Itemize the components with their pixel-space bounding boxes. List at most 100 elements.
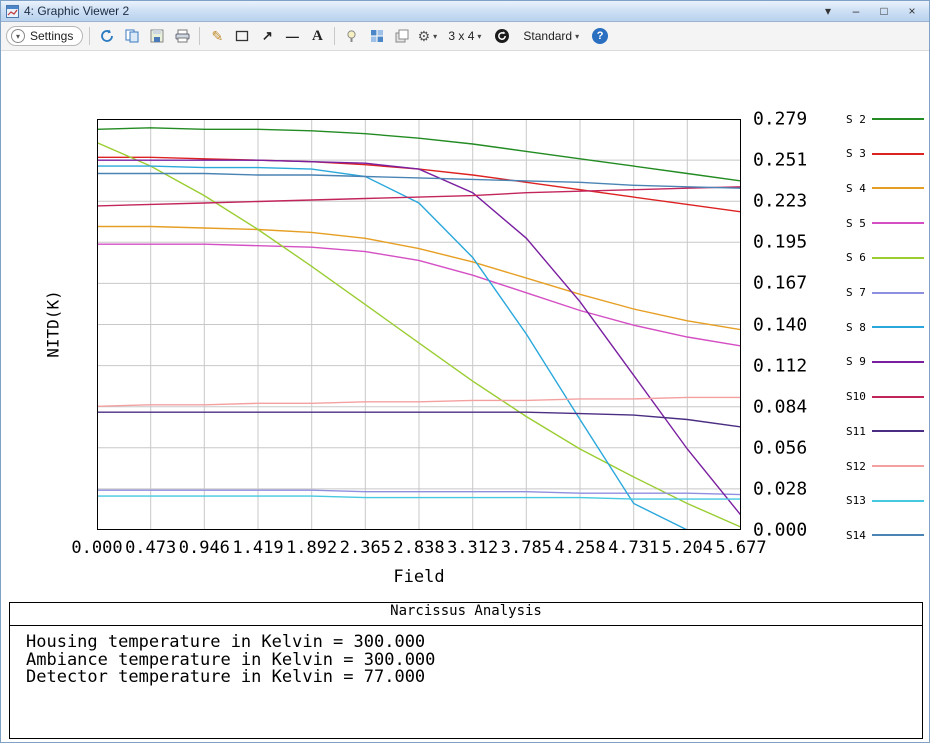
analysis-body: Housing temperature in Kelvin = 300.000A… xyxy=(10,626,922,687)
x-tick-label: 5.204 xyxy=(662,538,713,558)
style-dropdown[interactable]: Standard ▾ xyxy=(516,26,586,46)
y-tick-label: 0.223 xyxy=(753,191,807,212)
legend-label: S11 xyxy=(846,425,872,438)
analysis-line: Detector temperature in Kelvin = 77.000 xyxy=(26,669,906,687)
chevron-down-icon: ▾ xyxy=(477,32,481,41)
legend-line-swatch xyxy=(872,326,924,328)
maximize-button[interactable]: □ xyxy=(876,3,892,19)
y-tick-label: 0.000 xyxy=(753,520,807,541)
print-button[interactable] xyxy=(171,25,193,47)
legend-line-swatch xyxy=(872,500,924,502)
legend-label: S 5 xyxy=(846,217,872,230)
arrow-icon: ↗ xyxy=(262,28,273,44)
x-tick-label: 1.419 xyxy=(232,538,283,558)
arrow-tool-button[interactable]: ↗ xyxy=(256,25,278,47)
grid-size-label: 3 x 4 xyxy=(448,29,474,43)
x-tick-label: 4.258 xyxy=(554,538,605,558)
lamp-button[interactable] xyxy=(341,25,363,47)
settings-label: Settings xyxy=(30,29,73,43)
close-button[interactable]: × xyxy=(904,3,920,19)
legend-line-swatch xyxy=(872,396,924,398)
help-button[interactable]: ? xyxy=(589,25,611,47)
legend-item: S 9 xyxy=(846,355,929,369)
legend-line-swatch xyxy=(872,187,924,189)
layers-button[interactable] xyxy=(391,25,413,47)
legend-item: S10 xyxy=(846,390,929,404)
legend-label: S 4 xyxy=(846,182,872,195)
x-tick-label: 2.838 xyxy=(393,538,444,558)
pencil-icon: ✎ xyxy=(211,28,223,45)
legend-item: S 5 xyxy=(846,216,929,230)
legend-item: S 8 xyxy=(846,320,929,334)
legend-item: S14 xyxy=(846,528,929,542)
copy-icon xyxy=(125,29,139,43)
minimize-button[interactable]: – xyxy=(848,3,864,19)
chart-region: NITD(K) 0.0000.4730.9461.4191.8922.3652.… xyxy=(1,51,929,599)
pencil-tool-button[interactable]: ✎ xyxy=(206,25,228,47)
legend-line-swatch xyxy=(872,430,924,432)
x-tick-label: 0.000 xyxy=(71,538,122,558)
legend-item: S12 xyxy=(846,459,929,473)
plot-settings-button[interactable]: ⚙ ▾ xyxy=(416,25,438,47)
window-menu-caret[interactable]: ▾ xyxy=(820,3,836,19)
refresh-button[interactable] xyxy=(96,25,118,47)
toolbar-separator xyxy=(334,27,335,45)
save-button[interactable] xyxy=(146,25,168,47)
legend-label: S10 xyxy=(846,390,872,403)
legend-item: S13 xyxy=(846,494,929,508)
legend-line-swatch xyxy=(872,118,924,120)
legend-item: S 3 xyxy=(846,147,929,161)
legend-line-swatch xyxy=(872,222,924,224)
legend-line-swatch xyxy=(872,153,924,155)
save-icon xyxy=(150,29,164,43)
window-title: 4: Graphic Viewer 2 xyxy=(24,4,129,18)
legend-line-swatch xyxy=(872,361,924,363)
legend-line-swatch xyxy=(872,534,924,536)
y-tick-label: 0.140 xyxy=(753,314,807,335)
line-tool-button[interactable]: — xyxy=(281,25,303,47)
y-tick-label: 0.112 xyxy=(753,355,807,376)
line-icon: — xyxy=(286,29,299,44)
legend-label: S12 xyxy=(846,460,872,473)
toolbar-separator xyxy=(199,27,200,45)
help-icon: ? xyxy=(592,28,608,44)
copy-button[interactable] xyxy=(121,25,143,47)
rotate-button[interactable] xyxy=(491,25,513,47)
narcissus-analysis-panel: Narcissus Analysis Housing temperature i… xyxy=(9,602,923,739)
plot-svg xyxy=(97,119,741,530)
grid-layout-button[interactable] xyxy=(366,25,388,47)
x-tick-label: 5.677 xyxy=(715,538,766,558)
settings-chevron-icon: ▾ xyxy=(11,29,25,43)
text-tool-button[interactable]: A xyxy=(306,25,328,47)
legend-item: S 6 xyxy=(846,251,929,265)
legend-label: S 6 xyxy=(846,251,872,264)
print-icon xyxy=(175,29,190,43)
analysis-line: Housing temperature in Kelvin = 300.000 xyxy=(26,634,906,652)
settings-button[interactable]: ▾ Settings xyxy=(6,26,83,46)
window-icon xyxy=(6,5,19,18)
titlebar: 4: Graphic Viewer 2 ▾ – □ × xyxy=(1,1,929,22)
rotate-icon xyxy=(494,28,510,44)
x-tick-label: 3.785 xyxy=(501,538,552,558)
y-tick-label: 0.084 xyxy=(753,396,807,417)
chevron-down-icon: ▾ xyxy=(433,32,437,41)
legend-item: S11 xyxy=(846,424,929,438)
legend-label: S14 xyxy=(846,529,872,542)
x-axis-title: Field xyxy=(97,567,741,587)
y-tick-label: 0.251 xyxy=(753,150,807,171)
x-tick-label: 3.312 xyxy=(447,538,498,558)
grid-size-dropdown[interactable]: 3 x 4 ▾ xyxy=(441,26,488,46)
plot-area xyxy=(97,119,741,530)
x-tick-label: 4.731 xyxy=(608,538,659,558)
y-tick-label: 0.028 xyxy=(753,478,807,499)
legend-label: S 3 xyxy=(846,147,872,160)
rectangle-tool-button[interactable] xyxy=(231,25,253,47)
x-axis-tick-labels: 0.0000.4730.9461.4191.8922.3652.8383.312… xyxy=(97,538,741,558)
y-axis-tick-labels: 0.2790.2510.2230.1950.1670.1400.1120.084… xyxy=(753,119,823,530)
lamp-icon xyxy=(345,29,359,43)
gear-icon: ⚙ xyxy=(418,28,431,45)
refresh-icon xyxy=(100,29,114,43)
y-axis-title: NITD(K) xyxy=(44,290,63,357)
y-tick-label: 0.167 xyxy=(753,273,807,294)
legend: S 2S 3S 4S 5S 6S 7S 8S 9S10S11S12S13S14 xyxy=(846,112,929,552)
